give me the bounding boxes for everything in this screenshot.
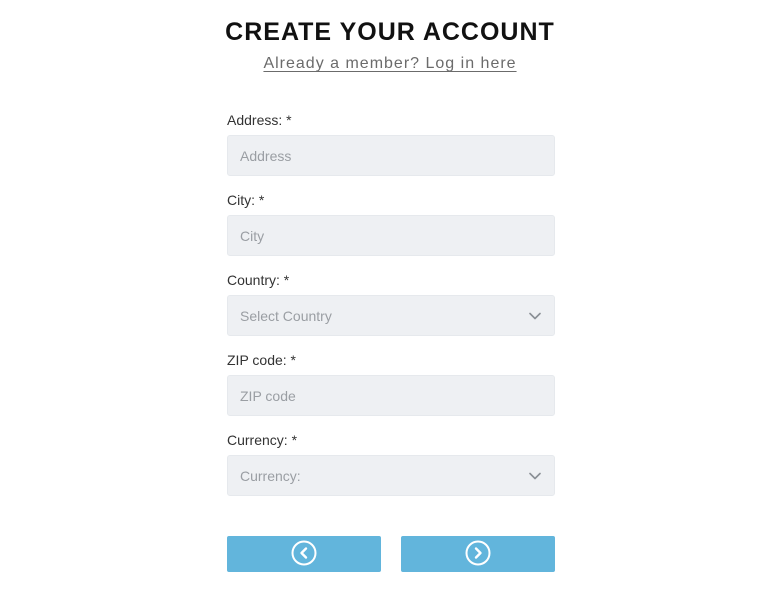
currency-label: Currency: * <box>227 432 298 448</box>
step-navigation <box>227 536 555 572</box>
page-title: CREATE YOUR ACCOUNT <box>225 18 555 46</box>
back-button[interactable] <box>227 536 381 572</box>
zip-input[interactable] <box>227 375 555 416</box>
country-label: Country: * <box>227 272 290 288</box>
city-label: City: * <box>227 192 265 208</box>
currency-field-group: Currency: * Currency: <box>227 432 555 496</box>
chevron-right-circle-icon <box>465 540 491 569</box>
city-input[interactable] <box>227 215 555 256</box>
chevron-down-icon <box>528 309 542 323</box>
login-link[interactable]: Already a member? Log in here <box>263 55 516 73</box>
country-select[interactable]: Select Country <box>227 295 555 336</box>
next-button[interactable] <box>401 536 555 572</box>
city-field-group: City: * <box>227 192 555 256</box>
page-header: CREATE YOUR ACCOUNT Already a member? Lo… <box>0 18 780 73</box>
country-field-group: Country: * Select Country <box>227 272 555 336</box>
zip-field-group: ZIP code: * <box>227 352 555 416</box>
address-label: Address: * <box>227 112 292 128</box>
currency-select-value: Currency: <box>240 467 301 484</box>
address-form: Address: * City: * Country: * Select Cou… <box>227 112 555 496</box>
currency-select[interactable]: Currency: <box>227 455 555 496</box>
chevron-down-icon <box>528 469 542 483</box>
chevron-left-circle-icon <box>291 540 317 569</box>
country-select-value: Select Country <box>240 307 332 324</box>
address-input[interactable] <box>227 135 555 176</box>
zip-label: ZIP code: * <box>227 352 297 368</box>
address-field-group: Address: * <box>227 112 555 176</box>
